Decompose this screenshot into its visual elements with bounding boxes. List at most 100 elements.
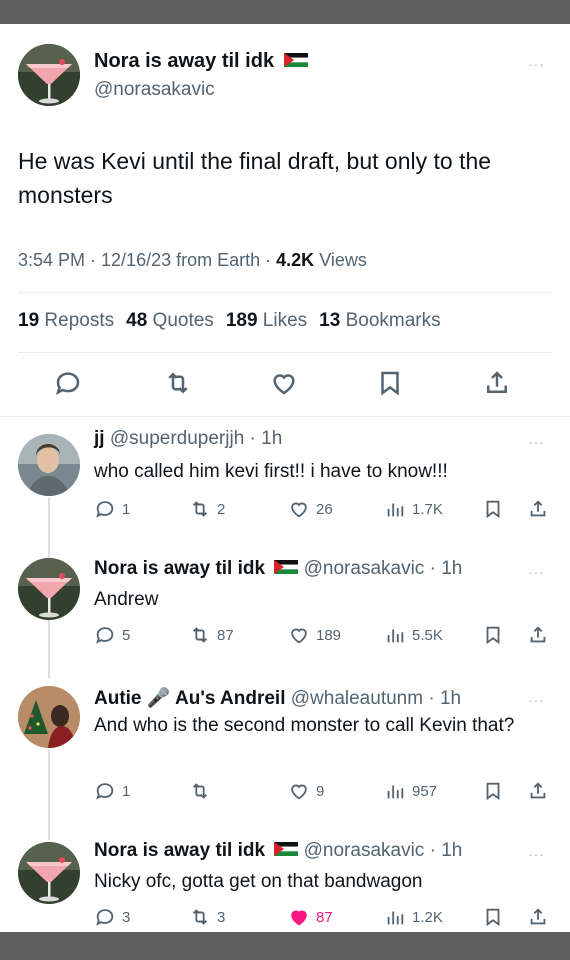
- reply-handle-time[interactable]: @whaleautunm · 1h: [291, 688, 461, 709]
- more-icon[interactable]: ···: [528, 434, 545, 450]
- reply-text: Nicky ofc, gotta get on that bandwagon: [94, 871, 423, 892]
- reposts-stat[interactable]: 19 Reposts: [18, 310, 114, 332]
- bookmark-button[interactable]: [482, 624, 504, 646]
- reply-author-name[interactable]: Nora is away til idk: [94, 840, 265, 861]
- views-label: Views: [319, 250, 367, 270]
- tweet-stats: 19 Reposts 48 Quotes 189 Likes 13 Bookma…: [18, 310, 441, 332]
- views-button[interactable]: 1.2K: [384, 906, 443, 928]
- reply-action-bar: 1 9 957: [94, 780, 554, 806]
- bookmarks-stat[interactable]: 13 Bookmarks: [319, 310, 440, 332]
- like-icon: [291, 784, 307, 800]
- reply-header: Nora is away til idk @norasakavic · 1h: [94, 558, 462, 580]
- reply-text: And who is the second monster to call Ke…: [94, 715, 515, 736]
- repost-button[interactable]: 87: [189, 624, 234, 646]
- quotes-stat[interactable]: 48 Quotes: [126, 310, 214, 332]
- divider: [18, 352, 552, 353]
- screenshot-bottom-bar: [0, 932, 570, 960]
- tweet-detail-view: Nora is away til idk @norasakavic ··· He…: [0, 24, 570, 932]
- thread-line: [48, 620, 50, 678]
- repost-icon[interactable]: [163, 368, 193, 398]
- tweet-text: He was Kevi until the final draft, but o…: [18, 148, 492, 208]
- repost-button[interactable]: 2: [189, 498, 225, 520]
- views-icon: [387, 503, 404, 517]
- reply-button[interactable]: 3: [94, 906, 130, 928]
- bookmark-icon: [486, 626, 500, 645]
- views-button[interactable]: 1.7K: [384, 498, 443, 520]
- microphone-icon: 🎤: [146, 688, 171, 709]
- like-button[interactable]: 26: [288, 498, 333, 520]
- share-button[interactable]: [527, 624, 549, 646]
- avatar[interactable]: [18, 434, 80, 496]
- reply-icon: [96, 501, 114, 518]
- repost-button[interactable]: 3: [189, 906, 225, 928]
- reply-button[interactable]: 5: [94, 624, 130, 646]
- repost-button[interactable]: [189, 780, 217, 802]
- avatar[interactable]: [18, 44, 80, 106]
- like-icon: [291, 910, 307, 926]
- views-button[interactable]: 5.5K: [384, 624, 443, 646]
- author-handle[interactable]: @norasakavic: [94, 79, 215, 101]
- author-name[interactable]: Nora is away til idk: [94, 50, 308, 73]
- divider: [18, 292, 552, 293]
- reply-text: Andrew: [94, 589, 159, 610]
- bookmark-button[interactable]: [482, 498, 504, 520]
- reply-action-bar: 3 3 87 1.2K: [94, 906, 554, 932]
- share-icon[interactable]: [482, 368, 512, 398]
- share-icon: [530, 500, 546, 517]
- bookmark-icon: [486, 782, 500, 801]
- like-icon[interactable]: [269, 368, 299, 398]
- flag-icon: [283, 52, 308, 67]
- likes-stat[interactable]: 189 Likes: [226, 310, 307, 332]
- flag-icon: [274, 559, 299, 574]
- reply-button[interactable]: 1: [94, 498, 130, 520]
- bookmark-icon[interactable]: [375, 368, 405, 398]
- reply-icon[interactable]: [53, 368, 83, 398]
- share-icon: [530, 782, 546, 799]
- share-button[interactable]: [527, 498, 549, 520]
- repost-icon: [192, 501, 208, 517]
- screenshot-top-bar: [0, 0, 570, 24]
- reply-icon: [96, 627, 114, 644]
- avatar[interactable]: [18, 686, 80, 748]
- share-button[interactable]: [527, 780, 549, 802]
- more-icon[interactable]: ···: [528, 692, 545, 708]
- views-icon: [387, 785, 404, 799]
- reply-handle-time[interactable]: @norasakavic · 1h: [304, 840, 463, 861]
- share-icon: [530, 908, 546, 925]
- reply-action-bar: 1 2 26 1.7K: [94, 498, 554, 524]
- more-icon[interactable]: ···: [528, 56, 545, 72]
- reply-action-bar: 5 87 189 5.5K: [94, 624, 554, 650]
- repost-icon: [192, 909, 208, 925]
- views-icon: [387, 911, 404, 925]
- reply-author-name[interactable]: jj: [94, 428, 105, 449]
- reply-handle-time[interactable]: @norasakavic · 1h: [304, 558, 463, 579]
- tweet-timestamp[interactable]: 3:54 PM · 12/16/23 from Earth ·: [18, 250, 271, 270]
- like-button[interactable]: 9: [288, 780, 324, 802]
- reply-icon: [96, 909, 114, 926]
- share-button[interactable]: [527, 906, 549, 928]
- views-button[interactable]: 957: [384, 780, 437, 802]
- more-icon[interactable]: ···: [528, 564, 545, 580]
- bookmark-button[interactable]: [482, 780, 504, 802]
- like-button[interactable]: 189: [288, 624, 341, 646]
- divider: [0, 416, 570, 417]
- bookmark-icon: [486, 500, 500, 519]
- more-icon[interactable]: ···: [528, 846, 545, 862]
- like-icon: [291, 502, 307, 518]
- reply-handle-time[interactable]: @superduperjjh · 1h: [110, 428, 282, 449]
- bookmark-button[interactable]: [482, 906, 504, 928]
- share-icon: [530, 626, 546, 643]
- repost-icon: [192, 627, 208, 643]
- reply-icon: [96, 783, 114, 800]
- avatar[interactable]: [18, 558, 80, 620]
- reply-author-name[interactable]: Nora is away til idk: [94, 558, 265, 579]
- bookmark-icon: [486, 908, 500, 927]
- like-button[interactable]: 87: [288, 906, 333, 928]
- reply-text: who called him kevi first!! i have to kn…: [94, 461, 448, 482]
- reply-author-name[interactable]: Autie 🎤 Au's Andreil: [94, 688, 285, 709]
- reply-header: Autie 🎤 Au's Andreil @whaleautunm · 1h: [94, 686, 461, 710]
- avatar[interactable]: [18, 842, 80, 904]
- tweet-action-bar: [0, 364, 570, 404]
- thread-line: [48, 498, 50, 558]
- reply-button[interactable]: 1: [94, 780, 130, 802]
